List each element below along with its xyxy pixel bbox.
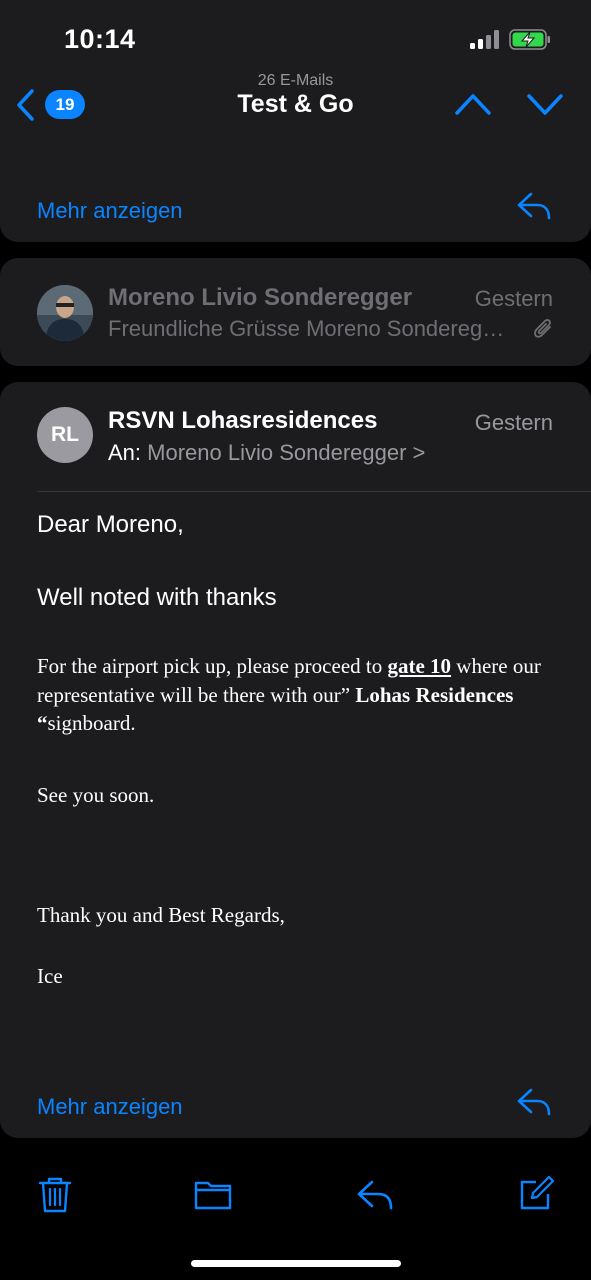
to-label: An:	[108, 440, 142, 465]
home-indicator[interactable]	[191, 1260, 401, 1267]
sender-name: Moreno Livio Sonderegger	[108, 284, 413, 311]
chevron-right-icon: >	[412, 440, 426, 465]
reply-icon[interactable]	[515, 1086, 553, 1118]
status-time: 10:14	[64, 24, 136, 54]
recipient-line[interactable]: An: Moreno Livio Sonderegger >	[108, 440, 425, 466]
chevron-up-icon[interactable]	[454, 90, 492, 118]
message-card-previous	[0, 128, 591, 242]
folder-icon[interactable]	[193, 1174, 233, 1214]
battery-charging-icon	[509, 29, 550, 50]
gate-link: gate 10	[387, 654, 452, 678]
top-bar: 10:14 19 26 E-Mails Test & Go	[0, 0, 591, 139]
avatar: RL	[37, 407, 93, 463]
email-greeting: Dear Moreno,	[37, 511, 184, 538]
message-preview: Freundliche Grüsse Moreno Sonderegger	[108, 316, 508, 341]
email-line: See you soon.	[37, 783, 155, 807]
email-line: Well noted with thanks	[37, 584, 277, 611]
show-more-link[interactable]: Mehr anzeigen	[37, 1094, 183, 1120]
reply-icon[interactable]	[355, 1174, 395, 1214]
message-date: Gestern	[474, 286, 553, 311]
email-closing: Thank you and Best Regards,	[37, 903, 285, 927]
sender-name: RSVN Lohasresidences	[108, 407, 378, 434]
email-paragraph: For the airport pick up, please proceed …	[37, 654, 541, 735]
reply-icon[interactable]	[515, 190, 553, 222]
trash-icon[interactable]	[35, 1174, 75, 1214]
signal-icon	[470, 30, 502, 49]
email-signature: Ice	[37, 964, 63, 988]
message-date: Gestern	[474, 410, 553, 435]
show-more-link[interactable]: Mehr anzeigen	[37, 198, 183, 224]
thread-count: 26 E-Mails	[257, 72, 334, 89]
compose-icon[interactable]	[516, 1174, 556, 1214]
recipient-name: Moreno Livio Sonderegger	[147, 440, 407, 465]
avatar	[37, 285, 93, 341]
chevron-down-icon[interactable]	[526, 90, 564, 118]
thread-title: Test & Go	[237, 90, 354, 118]
divider	[37, 491, 591, 492]
paperclip-icon	[534, 319, 551, 338]
message-card-open	[0, 382, 591, 1138]
